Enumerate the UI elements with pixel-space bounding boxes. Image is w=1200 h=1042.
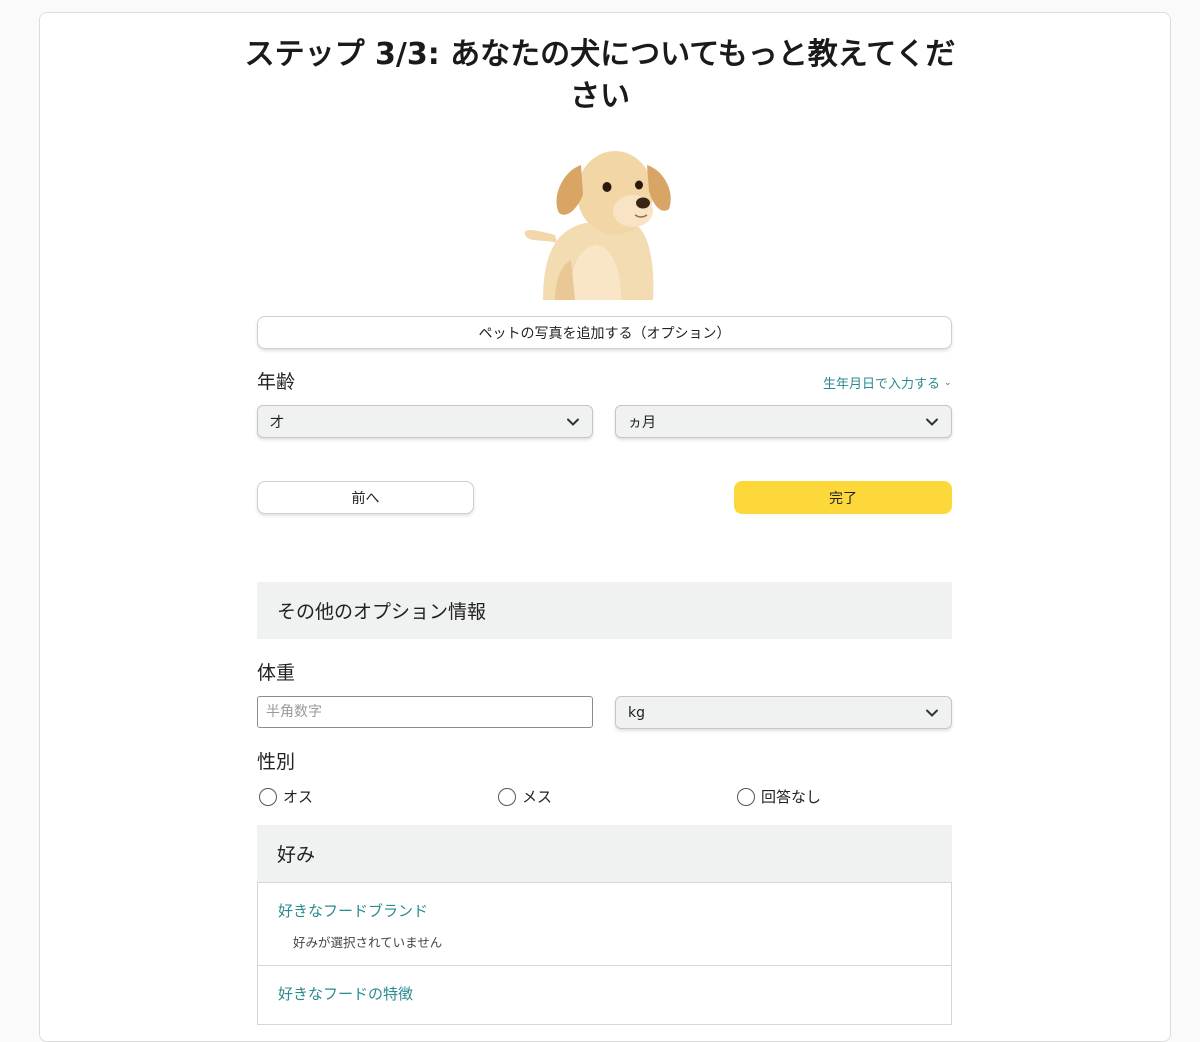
age-label: 年齢 bbox=[257, 371, 296, 393]
age-years-select[interactable]: 才 bbox=[257, 405, 593, 438]
enter-birthdate-link[interactable]: 生年月日で入力する ⌄ bbox=[823, 373, 952, 392]
gender-radio-male[interactable]: オス bbox=[259, 786, 313, 807]
add-pet-photo-button[interactable]: ペットの写真を追加する（オプション） bbox=[257, 316, 952, 349]
age-years-value: 才 bbox=[270, 414, 284, 431]
preference-item: 好きなフードブランド 好みが選択されていません bbox=[257, 882, 952, 966]
age-months-value: ヵ月 bbox=[628, 414, 656, 431]
gender-radio-no-answer[interactable]: 回答なし bbox=[737, 786, 821, 807]
radio-circle-icon[interactable] bbox=[259, 787, 277, 806]
favorite-food-features-link[interactable]: 好きなフードの特徴 bbox=[278, 983, 413, 1004]
chevron-down-icon: ⌄ bbox=[944, 377, 952, 388]
gender-option-label: メス bbox=[522, 788, 553, 806]
preferences-header: 好み bbox=[257, 825, 952, 882]
radio-circle-icon[interactable] bbox=[737, 787, 755, 806]
chevron-down-icon bbox=[926, 709, 938, 717]
favorite-food-brand-link[interactable]: 好きなフードブランド bbox=[278, 900, 428, 921]
no-preference-text: 好みが選択されていません bbox=[293, 935, 443, 950]
weight-unit-value: kg bbox=[628, 704, 645, 721]
weight-label: 体重 bbox=[257, 662, 296, 684]
preference-item: 好きなフードの特徴 bbox=[257, 965, 952, 1025]
chevron-down-icon bbox=[926, 418, 938, 426]
enter-birthdate-label: 生年月日で入力する bbox=[823, 377, 941, 392]
weight-unit-select[interactable]: kg bbox=[615, 696, 952, 729]
gender-option-label: オス bbox=[283, 788, 314, 806]
done-button[interactable]: 完了 bbox=[734, 481, 952, 514]
radio-circle-icon[interactable] bbox=[498, 787, 516, 806]
weight-input[interactable] bbox=[257, 696, 593, 728]
previous-button[interactable]: 前へ bbox=[257, 481, 474, 514]
age-months-select[interactable]: ヵ月 bbox=[615, 405, 952, 438]
gender-radio-female[interactable]: メス bbox=[498, 786, 552, 807]
dog-image bbox=[524, 151, 671, 300]
other-options-header: その他のオプション情報 bbox=[257, 582, 952, 639]
gender-option-label: 回答なし bbox=[761, 788, 822, 806]
page-title: ステップ 3/3: あなたの犬についてもっと教えてください bbox=[244, 37, 956, 114]
gender-label: 性別 bbox=[257, 751, 296, 773]
chevron-down-icon bbox=[567, 418, 579, 426]
